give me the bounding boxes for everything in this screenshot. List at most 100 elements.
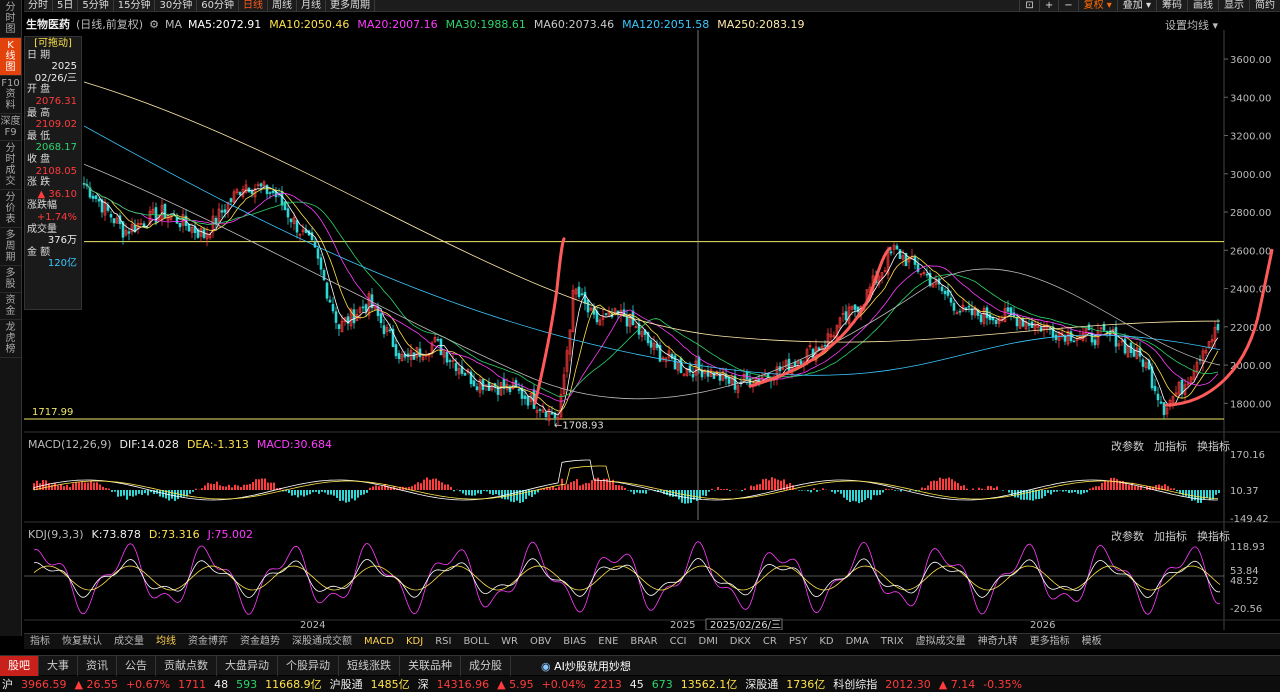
indicator-tab-7[interactable]: MACD (358, 634, 400, 650)
kdj-label[interactable]: KDJ(9,3,3) (28, 528, 84, 541)
left-nav-item-8[interactable]: 资 金 (0, 293, 21, 320)
indicator-tab-5[interactable]: 资金趋势 (234, 634, 286, 650)
ticker-item-9: 1485亿 (370, 678, 410, 691)
news-tab-7[interactable]: 短线涨跌 (339, 655, 400, 676)
indicator-tab-8[interactable]: KDJ (400, 634, 429, 650)
left-nav-item-4[interactable]: 分 时 成 交 (0, 141, 21, 190)
period-tab-8[interactable]: 月线 (297, 0, 326, 12)
candle-body (1114, 327, 1118, 347)
drag-label[interactable]: [可拖动] (27, 38, 79, 50)
x-axis-label: 2024 (300, 620, 325, 630)
period-tab-9[interactable]: 更多周期 (326, 0, 375, 12)
left-nav-item-1[interactable]: K 线 图 (0, 38, 21, 76)
ma-label[interactable]: MA (165, 18, 182, 31)
ai-banner[interactable]: ◉ AI炒股就用妙想 (541, 658, 631, 674)
news-tab-0[interactable]: 股吧 (0, 655, 39, 676)
candle-body (463, 373, 467, 376)
period-tab-4[interactable]: 30分钟 (155, 0, 198, 12)
kdj-tick-label: -20.56 (1230, 604, 1262, 615)
candle-body (949, 297, 953, 303)
indicator-tab-13[interactable]: BIAS (557, 634, 592, 650)
ticker-item-8: 沪股通 (329, 678, 363, 691)
window-icon[interactable]: ⊡ (1019, 0, 1038, 12)
indicator-tab-16[interactable]: CCI (664, 634, 693, 650)
indicator-tab-15[interactable]: BRAR (624, 634, 663, 650)
toolbar-5[interactable]: 简约 (1249, 0, 1280, 12)
toolbar-4[interactable]: 显示 (1218, 0, 1249, 12)
left-nav-item-2[interactable]: F10 资 料 (0, 76, 21, 114)
indicator-tab-4[interactable]: 资金博弈 (182, 634, 234, 650)
kdj-edit-params[interactable]: 改参数 (1111, 528, 1144, 544)
toolbar-0[interactable]: 复权 ▾ (1077, 0, 1117, 12)
macd-edit-params[interactable]: 改参数 (1111, 438, 1144, 454)
candle-body (325, 282, 329, 299)
news-tab-6[interactable]: 个股异动 (278, 655, 339, 676)
toolbar-3[interactable]: 画线 (1187, 0, 1218, 12)
left-nav-item-0[interactable]: 分 时 图 (0, 0, 21, 38)
indicator-tab-12[interactable]: OBV (524, 634, 557, 650)
news-tab-8[interactable]: 关联品种 (400, 655, 461, 676)
news-tab-9[interactable]: 成分股 (461, 655, 511, 676)
period-tab-3[interactable]: 15分钟 (114, 0, 156, 12)
left-nav-item-9[interactable]: 龙 虎 榜 (0, 320, 21, 358)
indicator-tab-18[interactable]: DKX (724, 634, 757, 650)
indicator-tab-21[interactable]: KD (813, 634, 839, 650)
zoom-out-icon[interactable]: − (1058, 0, 1077, 12)
indicator-tab-11[interactable]: WR (495, 634, 524, 650)
indicator-tab-22[interactable]: DMA (840, 634, 875, 650)
indicator-tab-3[interactable]: 均线 (150, 634, 182, 650)
period-tab-2[interactable]: 5分钟 (78, 0, 114, 12)
toolbar-2[interactable]: 筹码 (1156, 0, 1187, 12)
left-nav-item-6[interactable]: 多 周 期 (0, 228, 21, 266)
macd-add-indicator[interactable]: 加指标 (1154, 438, 1187, 454)
period-tab-5[interactable]: 60分钟 (197, 0, 239, 12)
period-tab-0[interactable]: 分时 (24, 0, 53, 12)
period-tab-6[interactable]: 日线 (239, 0, 268, 12)
indicator-tab-19[interactable]: CR (757, 634, 783, 650)
candle-body (691, 374, 695, 378)
indicator-tab-27[interactable]: 模板 (1076, 634, 1108, 650)
indicator-tab-14[interactable]: ENE (592, 634, 624, 650)
date-label: 日 期 (27, 49, 51, 61)
indicator-tab-2[interactable]: 成交量 (108, 634, 150, 650)
indicator-tab-26[interactable]: 更多指标 (1024, 634, 1076, 650)
indicator-tab-24[interactable]: 虚拟成交量 (910, 634, 972, 650)
macd-label[interactable]: MACD(12,26,9) (28, 438, 112, 451)
indicator-tab-25[interactable]: 神奇九转 (972, 634, 1024, 650)
kdj-add-indicator[interactable]: 加指标 (1154, 528, 1187, 544)
gear-icon[interactable]: ⚙ (149, 18, 159, 31)
indicator-tab-10[interactable]: BOLL (457, 634, 495, 650)
info-panel[interactable]: [可拖动] 日 期 2025 02/26/三 开 盘 2076.31 最 高 2… (24, 36, 82, 310)
indicator-tab-23[interactable]: TRIX (875, 634, 910, 650)
indicator-tab-0[interactable]: 指标 (24, 634, 56, 650)
period-tab-7[interactable]: 周线 (268, 0, 297, 12)
news-tab-5[interactable]: 大盘异动 (217, 655, 278, 676)
macd-switch-indicator[interactable]: 换指标 (1197, 438, 1230, 454)
ticker-item-4: 1711 (178, 677, 207, 691)
ticker-item-7: 11668.9亿 (265, 678, 322, 691)
toolbar-1[interactable]: 叠加 ▾ (1116, 0, 1156, 12)
news-tab-1[interactable]: 大事 (39, 655, 78, 676)
indicator-tab-20[interactable]: PSY (783, 634, 814, 650)
period-tab-1[interactable]: 5日 (53, 0, 79, 12)
price-tick-label: 2800.00 (1230, 208, 1271, 219)
zoom-in-icon[interactable]: + (1038, 0, 1058, 12)
candle-body (727, 376, 731, 384)
news-tab-3[interactable]: 公告 (117, 655, 156, 676)
news-tab-4[interactable]: 贡献点数 (156, 655, 217, 676)
news-tab-2[interactable]: 资讯 (78, 655, 117, 676)
candle-body (445, 351, 449, 363)
indicator-tab-1[interactable]: 恢复默认 (56, 634, 108, 650)
candle-body (382, 325, 386, 335)
indicator-tab-6[interactable]: 深股通成交额 (286, 634, 358, 650)
left-nav-item-7[interactable]: 多 股 (0, 266, 21, 293)
candle-body (250, 190, 254, 194)
kdj-switch-indicator[interactable]: 换指标 (1197, 528, 1230, 544)
candle-body (523, 395, 527, 399)
indicator-tab-17[interactable]: DMI (693, 634, 724, 650)
left-nav-item-5[interactable]: 分 价 表 (0, 190, 21, 228)
indicator-tab-9[interactable]: RSI (429, 634, 457, 650)
ticker-item-10: 深 (417, 678, 429, 691)
candle-body (388, 329, 392, 332)
left-nav-item-3[interactable]: 深度 F9 (0, 114, 21, 141)
